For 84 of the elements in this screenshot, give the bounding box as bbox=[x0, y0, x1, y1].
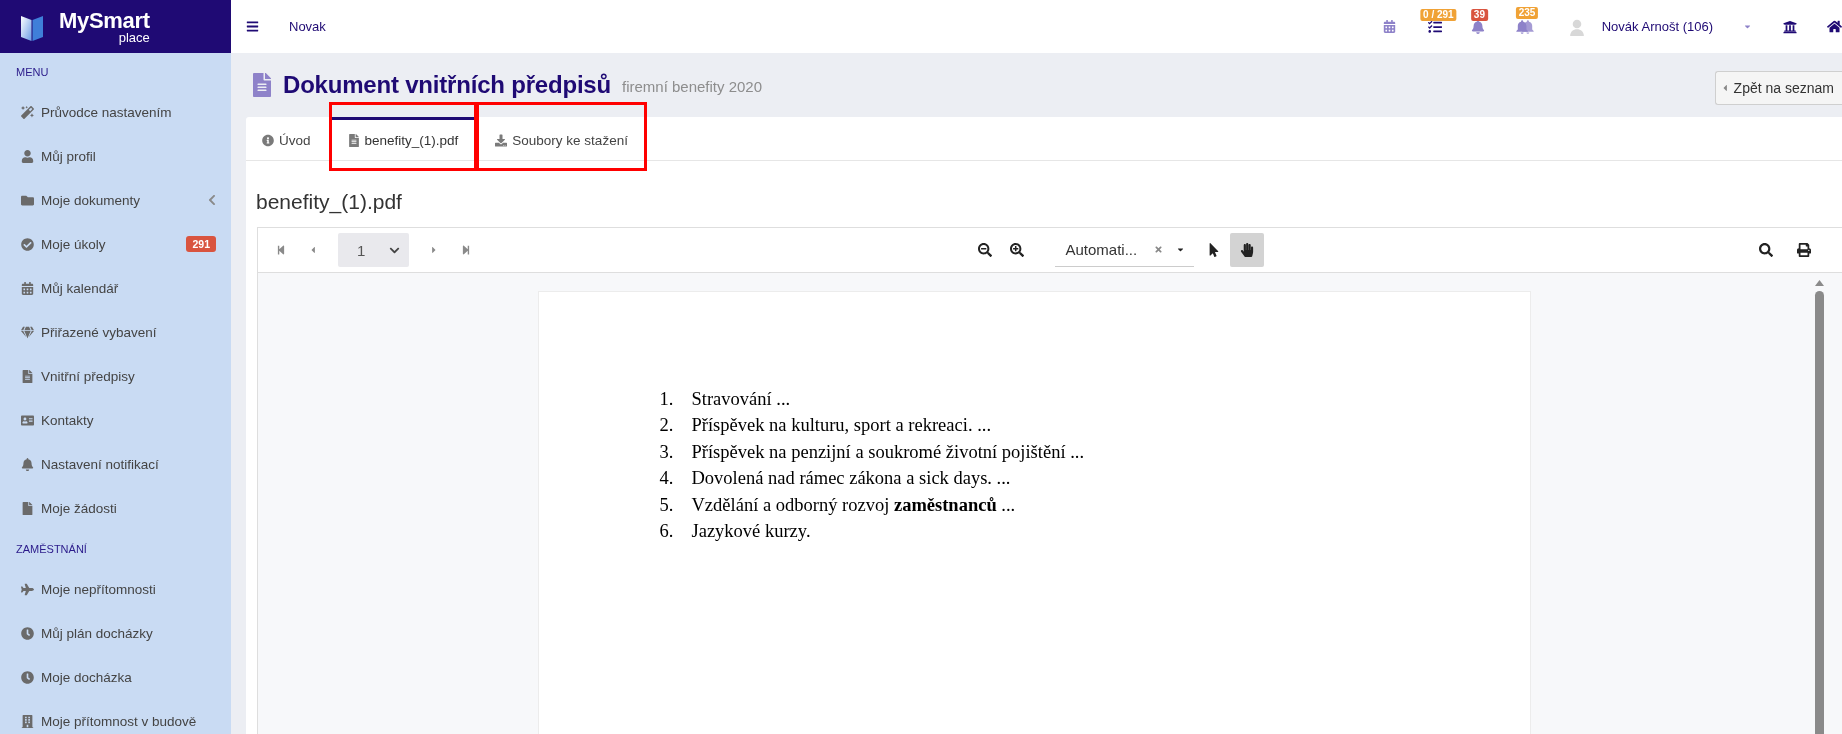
clock-icon bbox=[21, 670, 34, 684]
file-icon bbox=[21, 501, 34, 515]
user-name[interactable]: Novák Arnošt (106) bbox=[1601, 19, 1713, 34]
list-item-text: Jazykové kurzy. bbox=[691, 521, 811, 543]
sidebar-item[interactable]: Kontakty bbox=[0, 398, 231, 442]
sidebar-item[interactable]: Přiřazené vybavení bbox=[0, 310, 231, 354]
count-badge: 291 bbox=[186, 236, 216, 252]
logo-tagline: place bbox=[118, 30, 150, 44]
list-number: 1. bbox=[659, 388, 675, 410]
list-item-text: Dovolená nad rámec zákona a sick days. ... bbox=[691, 468, 1011, 490]
download-icon bbox=[495, 133, 508, 147]
user-icon bbox=[21, 149, 34, 163]
bell-icon[interactable] bbox=[1470, 19, 1485, 34]
building-icon bbox=[21, 714, 34, 728]
scroll-up-icon[interactable] bbox=[1814, 280, 1824, 286]
list-item-text: Vzdělání a odborný rozvoj zaměstnanců ... bbox=[691, 494, 1016, 516]
list-item-text: Příspěvek na kulturu, sport a rekreaci. ... bbox=[691, 415, 991, 437]
zoom-in-icon bbox=[1009, 243, 1024, 257]
bell-icon bbox=[21, 457, 34, 471]
logo-name: MySmart bbox=[59, 9, 150, 32]
sidebar-item[interactable]: Moje žádosti bbox=[0, 486, 231, 530]
sidebar-item[interactable]: Moje dokumenty bbox=[0, 178, 231, 222]
list-number: 3. bbox=[659, 441, 675, 463]
sidebar-item[interactable]: Moje nepřítomnosti bbox=[0, 567, 231, 611]
gem-icon bbox=[21, 325, 34, 339]
document-icon bbox=[347, 133, 360, 147]
count-badge: 39 bbox=[1470, 8, 1488, 21]
sidebar-item[interactable]: Můj plán docházky bbox=[0, 611, 231, 655]
list-number: 5. bbox=[659, 494, 675, 516]
caret-left-icon bbox=[1721, 82, 1728, 93]
list-number: 4. bbox=[659, 468, 675, 490]
scrollbar-thumb[interactable] bbox=[1814, 291, 1824, 734]
bank-icon[interactable] bbox=[1783, 19, 1797, 34]
sidebar-item[interactable]: Můj kalendář bbox=[0, 266, 231, 310]
tasks-icon[interactable] bbox=[1427, 19, 1442, 34]
tab[interactable]: benefity_(1).pdf bbox=[331, 117, 475, 160]
tab[interactable]: Soubory ke stažení bbox=[479, 117, 644, 160]
back-button[interactable]: Zpět na seznam bbox=[1714, 70, 1842, 105]
caret-down-icon bbox=[1175, 245, 1185, 254]
contact-card-icon bbox=[21, 413, 34, 427]
printer-icon bbox=[1797, 243, 1811, 257]
page-select[interactable]: 1 bbox=[338, 233, 409, 267]
search-icon bbox=[1759, 243, 1773, 257]
sidebar-item[interactable]: Moje úkoly 291 bbox=[0, 222, 231, 266]
hand-icon bbox=[1239, 243, 1254, 257]
hand-tool-button[interactable] bbox=[1229, 233, 1264, 267]
sidebar-item[interactable]: Nastavení notifikací bbox=[0, 442, 231, 486]
sidebar-item[interactable]: Vnitřní předpisy bbox=[0, 354, 231, 398]
sidebar-item[interactable]: Průvodce nastavením bbox=[0, 90, 231, 134]
document-icon bbox=[21, 369, 34, 383]
clear-icon bbox=[1153, 245, 1163, 254]
clock-icon bbox=[21, 626, 34, 640]
home-icon[interactable] bbox=[1827, 19, 1842, 34]
document-heading: benefity_(1).pdf bbox=[255, 189, 403, 216]
menu-icon bbox=[246, 20, 259, 33]
section-heading: MENU bbox=[15, 65, 50, 80]
first-page-icon bbox=[276, 245, 286, 255]
list-item-text: Příspěvek na penzijní a soukromé životní pojištění ... bbox=[691, 441, 1085, 463]
tab[interactable]: Úvod bbox=[246, 117, 327, 160]
company-name[interactable]: Novak bbox=[289, 19, 326, 34]
section-heading: ZAMĚSTNÁNÍ bbox=[15, 542, 88, 557]
sidebar-item[interactable]: Moje docházka bbox=[0, 655, 231, 699]
zoom-out-icon bbox=[977, 243, 992, 257]
list-number: 2. bbox=[659, 415, 675, 437]
page-subtitle: firemní benefity 2020 bbox=[621, 77, 763, 95]
sidebar-item[interactable]: Moje přítomnost v budově bbox=[0, 699, 231, 734]
calendar-icon bbox=[21, 281, 34, 295]
wand-icon bbox=[21, 105, 34, 119]
last-page-icon bbox=[461, 245, 471, 255]
calendar-icon[interactable] bbox=[1382, 20, 1396, 33]
chevron-left-icon[interactable] bbox=[208, 194, 216, 206]
count-badge: 235 bbox=[1515, 6, 1539, 19]
menu-button[interactable] bbox=[246, 20, 259, 33]
list-item-text: Stravování ... bbox=[691, 388, 791, 410]
document-icon bbox=[253, 73, 271, 97]
count-badge: 0 / 291 bbox=[1420, 8, 1457, 21]
list-number: 6. bbox=[659, 521, 675, 543]
caret-down-icon[interactable] bbox=[1743, 22, 1752, 31]
plane-icon bbox=[21, 582, 34, 596]
folder-icon bbox=[21, 193, 34, 207]
sidebar-item[interactable]: Můj profil bbox=[0, 134, 231, 178]
info-icon bbox=[262, 133, 274, 147]
bells-icon[interactable] bbox=[1515, 17, 1534, 36]
page-title: Dokument vnitřních předpisů bbox=[283, 71, 611, 99]
